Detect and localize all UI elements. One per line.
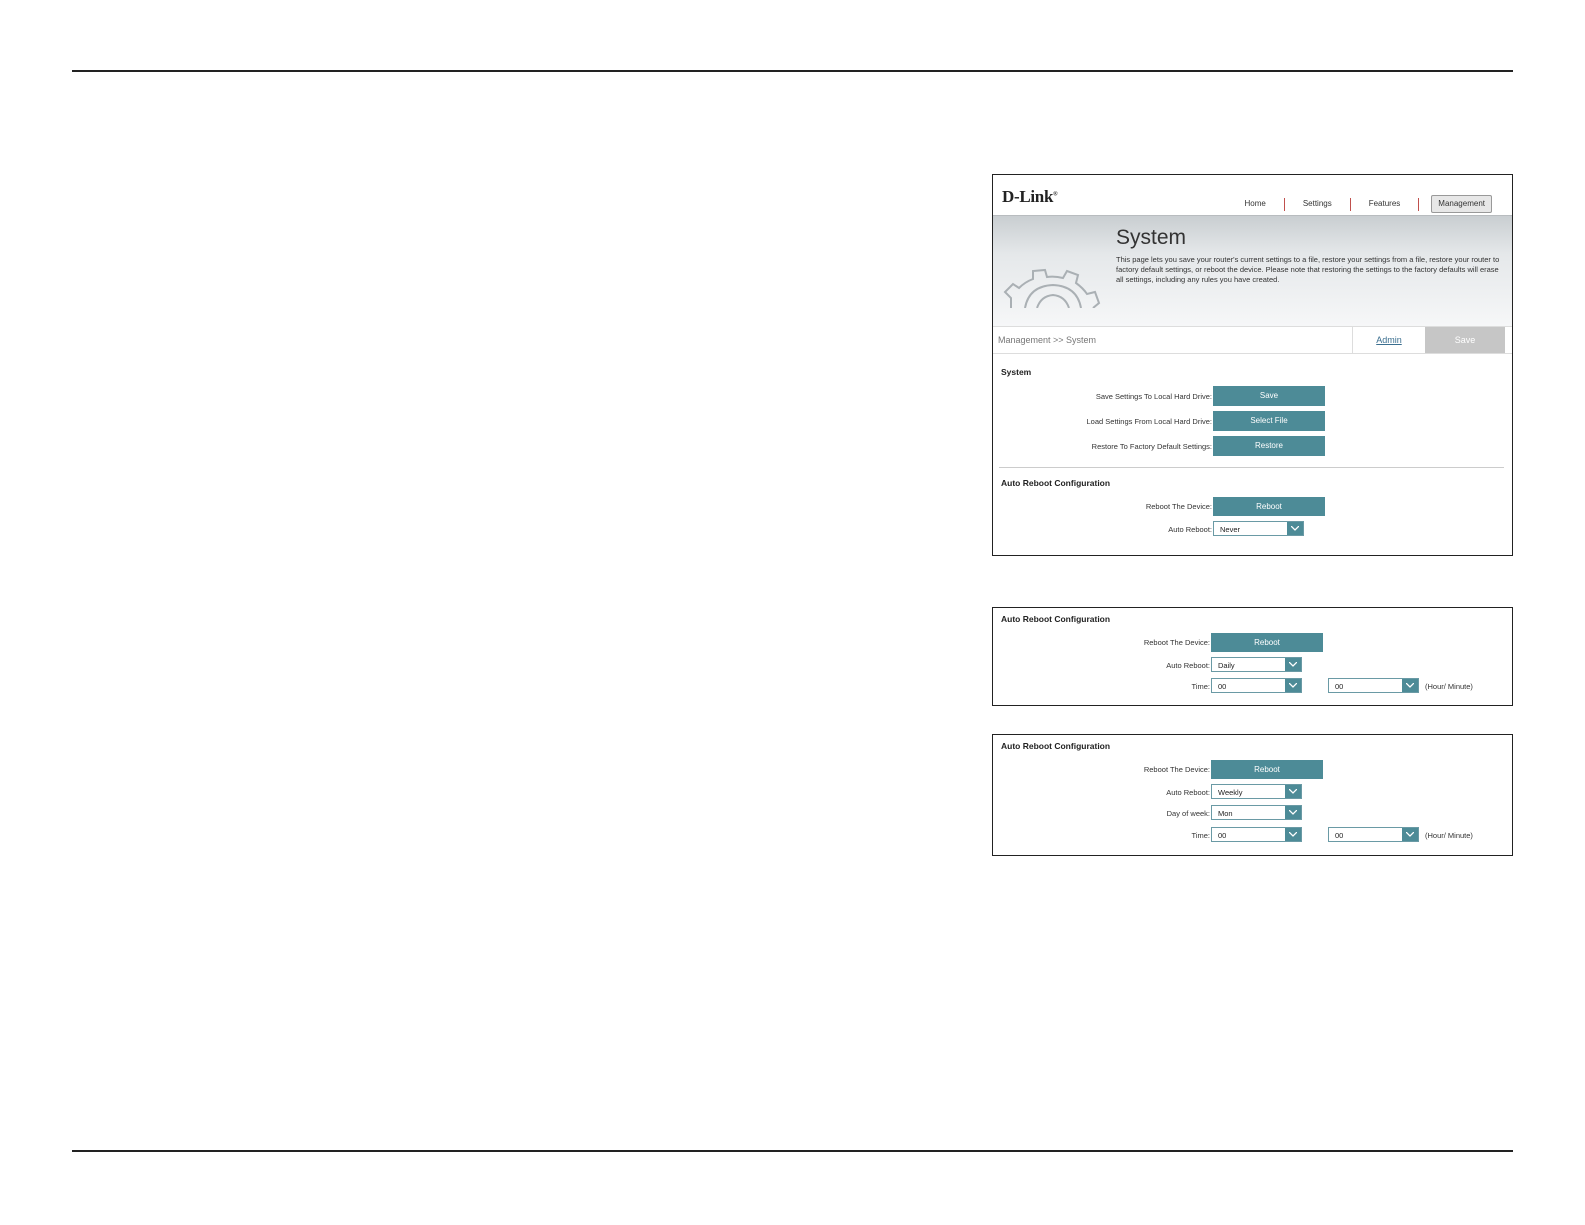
auto-reboot-label: Auto Reboot: bbox=[1166, 661, 1210, 670]
auto-reboot-weekly-screenshot: Auto Reboot Configuration Reboot The Dev… bbox=[992, 734, 1513, 856]
auto-reboot-select[interactable]: Weekly bbox=[1211, 784, 1302, 799]
section-divider bbox=[999, 467, 1504, 468]
reboot-device-label: Reboot The Device: bbox=[1145, 502, 1212, 511]
page-title: System bbox=[1116, 226, 1187, 249]
auto-reboot-label: Auto Reboot: bbox=[1168, 525, 1212, 534]
auto-reboot-title: Auto Reboot Configuration bbox=[1001, 478, 1111, 488]
auto-reboot-title: Auto Reboot Configuration bbox=[1001, 741, 1111, 751]
hour-value: 00 bbox=[1218, 831, 1227, 840]
header: D-Link® Home Settings Features Managemen… bbox=[993, 175, 1512, 215]
chevron-down-icon bbox=[1285, 806, 1301, 819]
hour-select[interactable]: 00 bbox=[1211, 827, 1302, 842]
restore-label: Restore To Factory Default Settings: bbox=[1091, 442, 1212, 451]
system-page-screenshot: D-Link® Home Settings Features Managemen… bbox=[992, 174, 1513, 556]
minute-select[interactable]: 00 bbox=[1328, 827, 1419, 842]
reboot-button[interactable]: Reboot bbox=[1211, 633, 1323, 652]
breadcrumb-bar: Management >> System Admin Save bbox=[993, 326, 1512, 354]
chevron-down-icon bbox=[1285, 679, 1301, 692]
day-of-week-label: Day of week: bbox=[1166, 809, 1210, 818]
load-settings-label: Load Settings From Local Hard Drive: bbox=[1086, 417, 1212, 426]
chevron-down-icon bbox=[1285, 658, 1301, 671]
day-of-week-select[interactable]: Mon bbox=[1211, 805, 1302, 820]
save-button-top[interactable]: Save bbox=[1425, 327, 1505, 353]
time-label: Time: bbox=[1191, 831, 1210, 840]
top-nav: Home Settings Features Management bbox=[1226, 195, 1492, 213]
bottom-rule bbox=[72, 1150, 1513, 1152]
gear-icon bbox=[1003, 268, 1101, 308]
auto-reboot-select[interactable]: Daily bbox=[1211, 657, 1302, 672]
minute-value: 00 bbox=[1335, 831, 1344, 840]
nav-home[interactable]: Home bbox=[1226, 195, 1283, 213]
select-file-button[interactable]: Select File bbox=[1213, 411, 1325, 431]
auto-reboot-select[interactable]: Never bbox=[1213, 521, 1304, 536]
reboot-device-label: Reboot The Device: bbox=[1143, 638, 1210, 647]
reboot-button[interactable]: Reboot bbox=[1211, 760, 1323, 779]
auto-reboot-value: Weekly bbox=[1218, 788, 1243, 797]
time-unit-label: (Hour/ Minute) bbox=[1425, 831, 1473, 840]
save-settings-button[interactable]: Save bbox=[1213, 386, 1325, 406]
reboot-device-label: Reboot The Device: bbox=[1143, 765, 1210, 774]
hour-value: 00 bbox=[1218, 682, 1227, 691]
chevron-down-icon bbox=[1285, 785, 1301, 798]
reboot-button[interactable]: Reboot bbox=[1213, 497, 1325, 516]
time-label: Time: bbox=[1191, 682, 1210, 691]
chevron-down-icon bbox=[1285, 828, 1301, 841]
admin-link[interactable]: Admin bbox=[1352, 327, 1425, 353]
nav-features[interactable]: Features bbox=[1351, 195, 1419, 213]
page-description: This page lets you save your router's cu… bbox=[1116, 255, 1500, 284]
day-of-week-value: Mon bbox=[1218, 809, 1233, 818]
hour-select[interactable]: 00 bbox=[1211, 678, 1302, 693]
save-settings-label: Save Settings To Local Hard Drive: bbox=[1095, 392, 1212, 401]
restore-button[interactable]: Restore bbox=[1213, 436, 1325, 456]
page-banner: System This page lets you save your rout… bbox=[993, 215, 1512, 326]
auto-reboot-daily-screenshot: Auto Reboot Configuration Reboot The Dev… bbox=[992, 607, 1513, 706]
minute-select[interactable]: 00 bbox=[1328, 678, 1419, 693]
top-rule bbox=[72, 70, 1513, 72]
auto-reboot-title: Auto Reboot Configuration bbox=[1001, 614, 1111, 624]
auto-reboot-value: Daily bbox=[1218, 661, 1235, 670]
dlink-logo: D-Link® bbox=[1002, 187, 1058, 206]
nav-separator bbox=[1418, 197, 1420, 211]
chevron-down-icon bbox=[1402, 679, 1418, 692]
auto-reboot-label: Auto Reboot: bbox=[1166, 788, 1210, 797]
auto-reboot-value: Never bbox=[1220, 525, 1241, 534]
chevron-down-icon bbox=[1287, 522, 1303, 535]
time-unit-label: (Hour/ Minute) bbox=[1425, 682, 1473, 691]
breadcrumb: Management >> System bbox=[998, 335, 1097, 345]
system-section-title: System bbox=[1001, 367, 1032, 377]
chevron-down-icon bbox=[1402, 828, 1418, 841]
nav-settings[interactable]: Settings bbox=[1285, 195, 1350, 213]
minute-value: 00 bbox=[1335, 682, 1344, 691]
nav-management[interactable]: Management bbox=[1431, 195, 1492, 213]
